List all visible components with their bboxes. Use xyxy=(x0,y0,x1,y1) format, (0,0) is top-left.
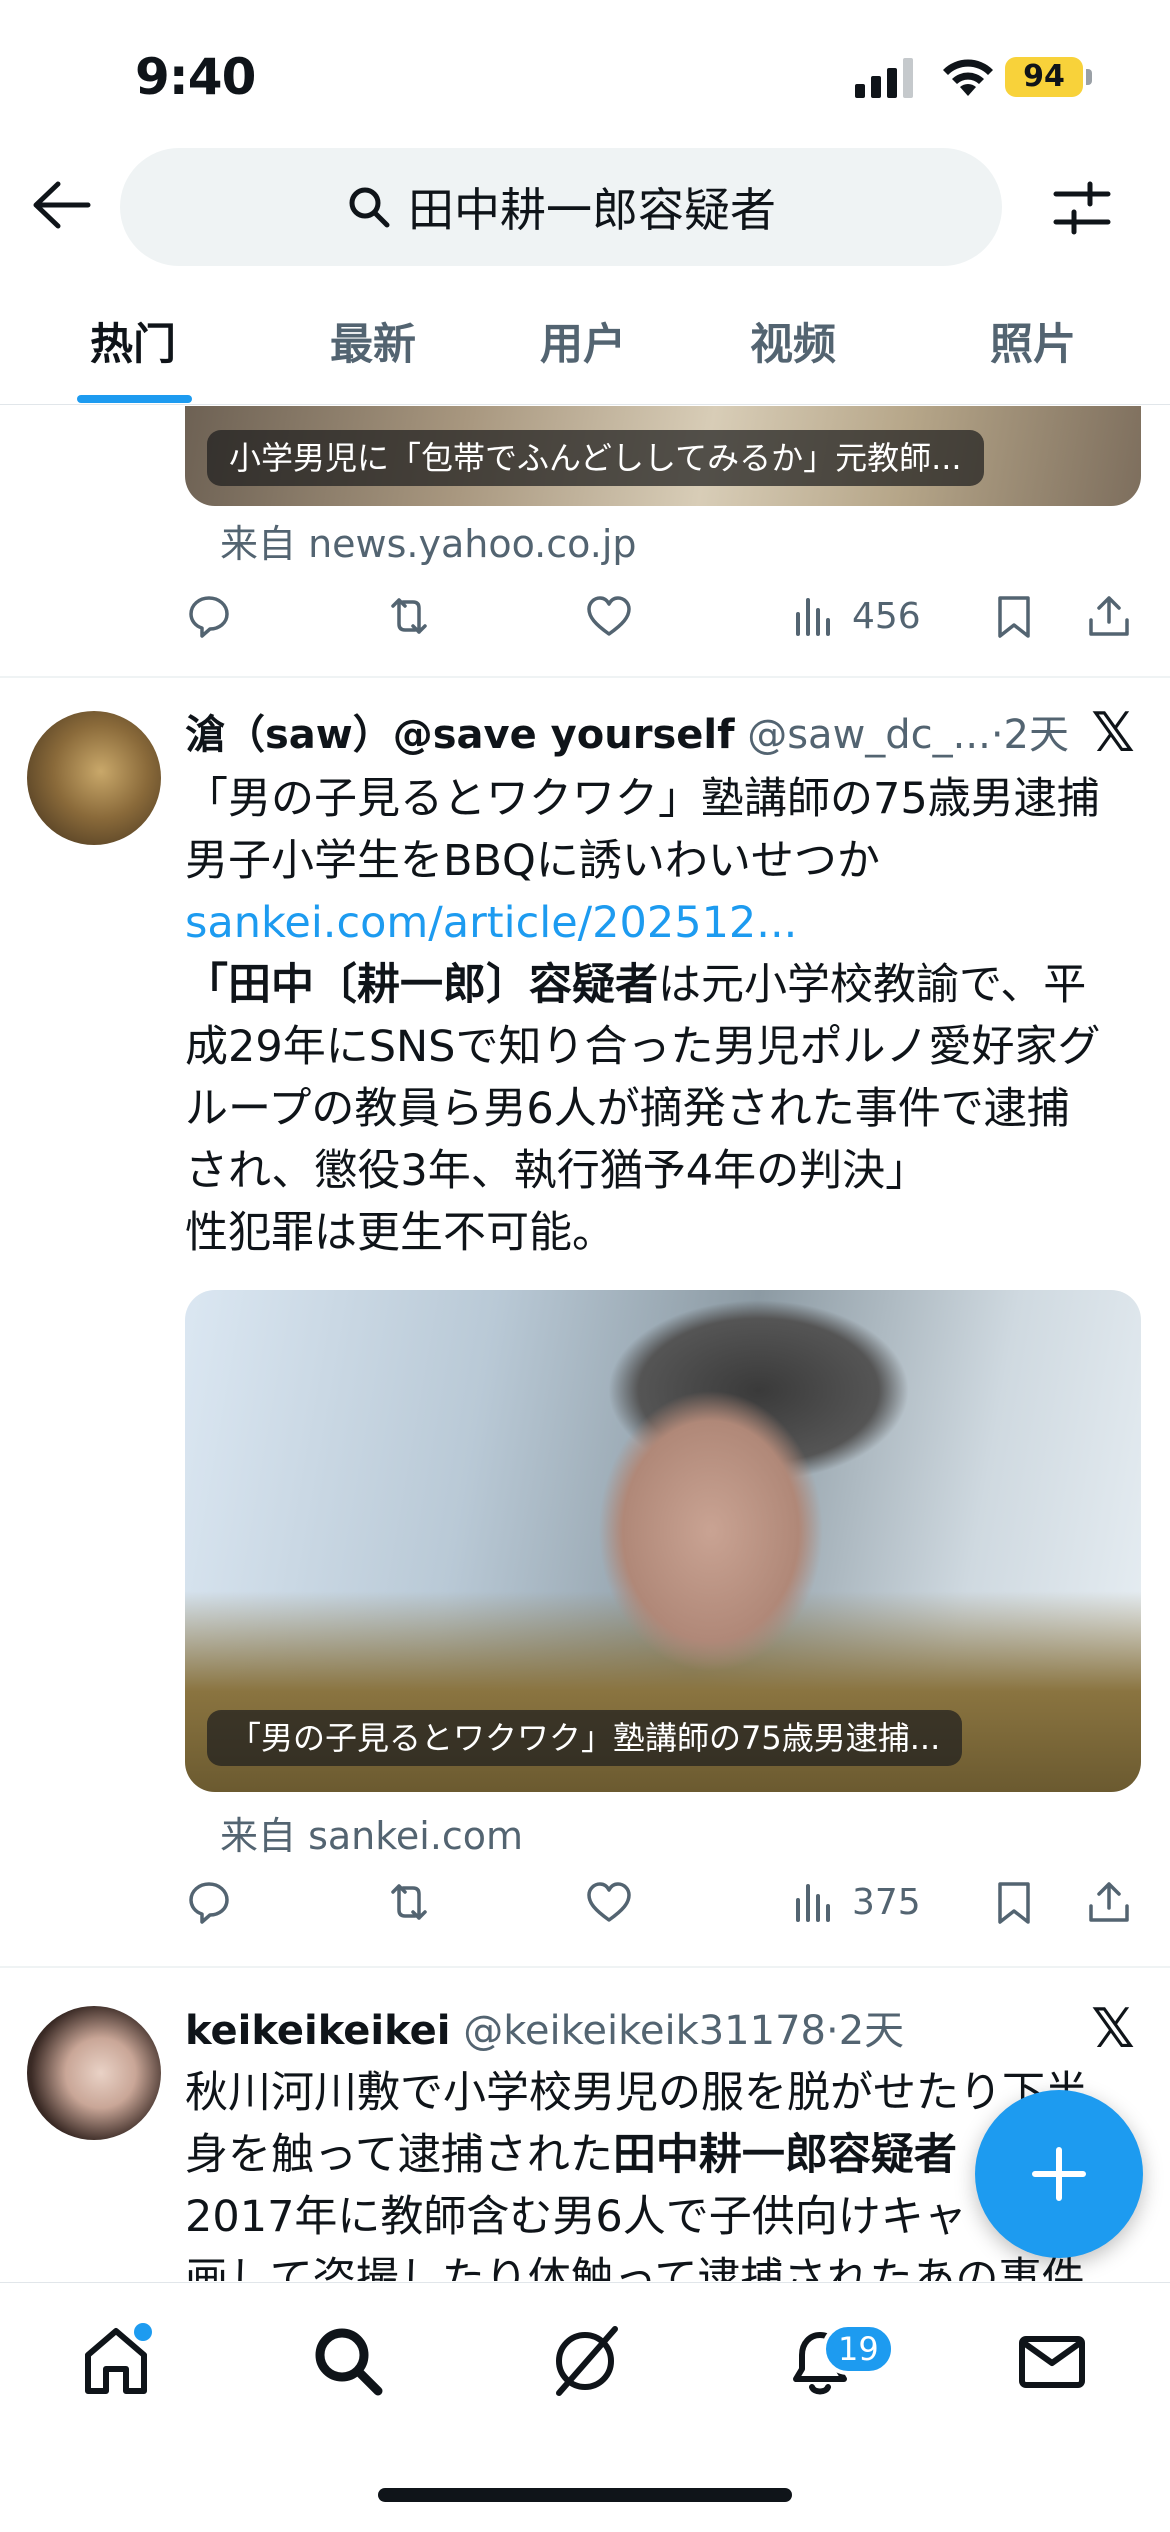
post2-line-end: 性犯罪は更生不可能。 xyxy=(185,1208,615,1258)
status-time: 9:40 xyxy=(135,48,256,106)
back-arrow-icon[interactable] xyxy=(30,180,92,230)
post1-like-button[interactable] xyxy=(585,586,633,646)
views-chart-icon xyxy=(796,598,830,636)
bookmark-icon xyxy=(998,596,1030,638)
post2-image-caption: 「男の子見るとワクワク」塾講師の75歳男逮捕... xyxy=(207,1710,963,1766)
tab-people[interactable]: 用户 xyxy=(540,310,626,372)
search-tabs: 热门 最新 用户 视频 照片 xyxy=(0,270,1170,405)
post3-line2a: 身を触って逮捕された xyxy=(185,2130,613,2180)
post1-actions: 456 xyxy=(185,586,1135,646)
post2-dot: · xyxy=(990,712,1004,758)
post2-views-button[interactable]: 375 xyxy=(790,1872,921,1932)
post2-source[interactable]: 来自 sankei.com xyxy=(220,1805,523,1860)
post2-link-card-image[interactable]: 「男の子見るとワクワク」塾講師の75歳男逮捕... xyxy=(185,1290,1141,1792)
post2-quote-line2: 成29年にSNSで知り合った男児ポルノ愛好家グ xyxy=(185,1022,1101,1072)
heart-icon xyxy=(587,596,631,636)
post2-author-handle[interactable]: @saw_dc_... xyxy=(747,712,991,758)
x-logo-icon: 𝕏 xyxy=(1091,1997,1135,2060)
post1-image-caption: 小学男児に「包帯でふんどししてみるか」元教師... xyxy=(207,430,984,486)
post2-repost-button[interactable] xyxy=(385,1872,433,1932)
nav-search[interactable] xyxy=(308,2321,388,2401)
x-logo-icon: 𝕏 xyxy=(1091,701,1135,764)
bookmark-icon xyxy=(998,1882,1030,1924)
post1-share-button[interactable] xyxy=(1085,586,1133,646)
nav-grok[interactable] xyxy=(545,2321,625,2401)
post3-line4: 画して盗撮したり体触って逮捕されたあの事件 xyxy=(185,2254,1085,2281)
post3-avatar[interactable] xyxy=(27,2006,161,2140)
post2-line1: 「男の子見るとワクワク」塾講師の75歳男逮捕 xyxy=(185,774,1100,824)
post2-quote-bold: 「田中〔耕一郎〕容疑者 xyxy=(185,960,658,1010)
post2-reply-button[interactable] xyxy=(185,1872,233,1932)
post2-view-count: 375 xyxy=(852,1881,921,1923)
post2-share-button[interactable] xyxy=(1085,1872,1133,1932)
battery-indicator: 94 xyxy=(1005,57,1083,97)
repost-icon xyxy=(391,598,427,634)
mail-icon xyxy=(1019,2336,1085,2388)
compose-post-button[interactable] xyxy=(975,2090,1143,2258)
post3-time: 2天 xyxy=(838,2008,905,2054)
post1-bookmark-button[interactable] xyxy=(990,586,1038,646)
post1-view-count: 456 xyxy=(852,595,921,637)
post3-author-name[interactable]: keikeikeikei xyxy=(185,2008,450,2054)
reply-icon xyxy=(189,596,229,638)
tab-latest[interactable]: 最新 xyxy=(330,310,416,372)
post-divider xyxy=(0,676,1170,678)
battery-cap xyxy=(1086,69,1092,85)
home-unread-dot xyxy=(134,2323,152,2341)
repost-icon xyxy=(391,1884,427,1920)
cellular-signal-icon xyxy=(855,58,913,98)
post1-views-button[interactable]: 456 xyxy=(790,586,921,646)
post2-bookmark-button[interactable] xyxy=(990,1872,1038,1932)
views-chart-icon xyxy=(796,1884,830,1922)
share-icon xyxy=(1089,1882,1129,1922)
post2-quote-rest: は元小学校教諭で、平 xyxy=(658,960,1087,1010)
post3-line2-bold: 田中耕一郎容疑者 xyxy=(612,2130,957,2180)
post3-author-line: keikeikeikei @keikeikeik31178·2天 xyxy=(185,1998,904,2058)
status-bar: 9:40 94 xyxy=(0,0,1170,150)
post2-actions: 375 xyxy=(185,1872,1135,1932)
notifications-badge: 19 xyxy=(822,2323,895,2375)
post1-reply-button[interactable] xyxy=(185,586,233,646)
post2-link[interactable]: sankei.com/article/202512... xyxy=(185,892,1145,954)
search-icon xyxy=(349,187,390,228)
tab-videos[interactable]: 视频 xyxy=(750,310,836,372)
search-header: 田中耕一郎容疑者 xyxy=(0,140,1170,266)
search-results-feed[interactable]: 小学男児に「包帯でふんどししてみるか」元教師... 来自 news.yahoo.… xyxy=(0,406,1170,2281)
post-divider xyxy=(0,1966,1170,1968)
grok-icon xyxy=(556,2326,618,2396)
post2-time: 2天 xyxy=(1003,712,1069,758)
search-icon xyxy=(315,2328,383,2396)
post2-like-button[interactable] xyxy=(585,1872,633,1932)
post1-link-card-image[interactable]: 小学男児に「包帯でふんどししてみるか」元教師... xyxy=(185,406,1141,506)
home-indicator xyxy=(378,2488,792,2502)
filter-settings-icon[interactable] xyxy=(1052,180,1112,236)
wifi-icon xyxy=(943,59,993,96)
search-input[interactable]: 田中耕一郎容疑者 xyxy=(120,148,1002,266)
post2-author-line: 滄（saw）@save yourself @saw_dc_...·2天 xyxy=(185,702,1069,762)
tab-top[interactable]: 热门 xyxy=(90,310,176,372)
search-query: 田中耕一郎容疑者 xyxy=(408,183,776,237)
nav-messages[interactable] xyxy=(1012,2321,1092,2401)
heart-icon xyxy=(587,1882,631,1922)
post2-body: 「男の子見るとワクワク」塾講師の75歳男逮捕 男子小学生をBBQに誘いわいせつか… xyxy=(185,768,1145,1264)
share-icon xyxy=(1089,596,1129,636)
plus-icon xyxy=(1032,2147,1086,2201)
post2-quote-line3: ループの教員ら男6人が摘発された事件で逮捕 xyxy=(185,1084,1070,1134)
post1-repost-button[interactable] xyxy=(385,586,433,646)
post2-avatar[interactable] xyxy=(27,711,161,845)
post2-quote-line4: され、懲役3年、執行猶予4年の判決」 xyxy=(185,1146,929,1196)
post3-author-handle[interactable]: @keikeikeik31178 xyxy=(463,2008,826,2054)
tab-photos[interactable]: 照片 xyxy=(990,310,1076,372)
active-tab-indicator xyxy=(77,395,192,403)
post1-source[interactable]: 来自 news.yahoo.co.jp xyxy=(220,513,637,568)
post3-dot: · xyxy=(825,2008,839,2054)
post2-line2: 男子小学生をBBQに誘いわいせつか xyxy=(185,836,880,886)
post2-author-name[interactable]: 滄（saw）@save yourself xyxy=(185,712,735,758)
reply-icon xyxy=(189,1882,229,1924)
